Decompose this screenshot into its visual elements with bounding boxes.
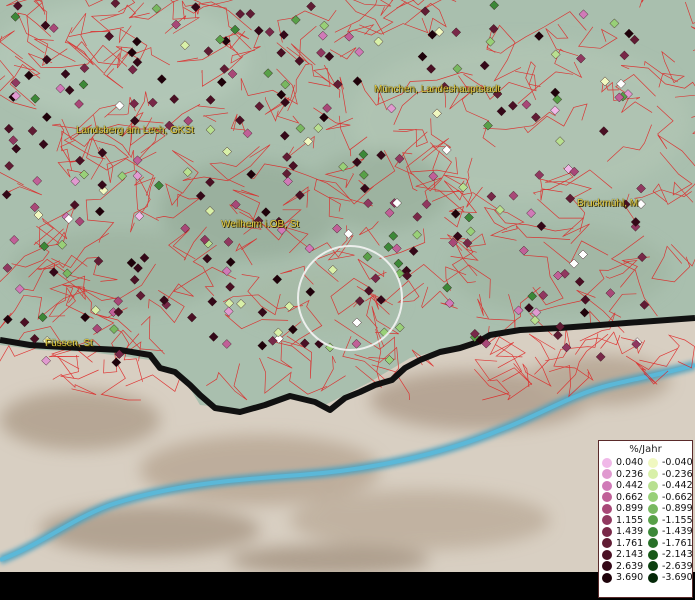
legend-swatch	[648, 457, 658, 468]
city-label-landsberg[interactable]: Landsberg am Lech, GKSt	[76, 125, 194, 136]
legend-value: 0.662	[616, 491, 644, 503]
legend-swatch	[602, 457, 612, 468]
legend-value: -1.439	[662, 526, 693, 538]
legend-value: -1.155	[662, 514, 693, 526]
map-view[interactable]: München, Landeshauptstadt Landsberg am L…	[0, 0, 695, 600]
legend-value: -0.442	[662, 480, 693, 492]
legend-row: 3.690 -3.690	[599, 572, 693, 584]
city-label-bruckmuehl[interactable]: Bruckmühl, M	[577, 198, 638, 209]
legend-swatch	[648, 503, 658, 514]
legend-swatch	[602, 515, 612, 526]
legend-row: 0.236 -0.236	[599, 468, 693, 481]
legend-value: -3.690	[662, 572, 693, 584]
legend-swatch	[602, 503, 612, 514]
legend-title: %/Jahr	[629, 444, 662, 455]
legend-value: -1.761	[662, 537, 693, 549]
legend-row: 0.040 -0.040	[599, 457, 693, 469]
legend-value: 3.690	[616, 572, 644, 584]
legend-entry-positive: 2.143	[599, 549, 645, 560]
legend-entry-negative: -0.236	[645, 468, 693, 480]
legend-entry-negative: -3.690	[645, 572, 693, 584]
legend-entry-positive: 0.442	[599, 480, 645, 491]
city-label-weilheim[interactable]: Weilheim i.OB, St	[221, 219, 299, 230]
legend-value: -2.639	[662, 560, 693, 572]
legend-entry-negative: -1.155	[645, 514, 693, 526]
legend-value: 0.442	[616, 480, 644, 492]
legend-value: 1.155	[616, 514, 644, 526]
legend-row: 1.155 -1.155	[599, 514, 693, 527]
legend-swatch	[648, 526, 658, 537]
legend-swatch	[648, 549, 658, 560]
legend-swatch	[648, 515, 658, 526]
legend-swatch	[648, 469, 658, 480]
legend-swatch	[602, 572, 612, 583]
legend-swatch	[602, 549, 612, 560]
legend-swatch	[648, 492, 658, 503]
legend-swatch	[648, 538, 658, 549]
city-label-fuessen[interactable]: Füssen, St	[45, 338, 93, 349]
legend-value: 0.236	[616, 468, 644, 480]
legend-swatch	[602, 469, 612, 480]
legend-value: 2.143	[616, 549, 644, 561]
legend-value: -0.899	[662, 503, 693, 515]
legend-entry-negative: -2.639	[645, 560, 693, 572]
legend-swatch	[602, 538, 612, 549]
legend-entry-positive: 2.639	[599, 561, 645, 572]
legend-row: 2.639 -2.639	[599, 560, 693, 573]
legend-value: 2.639	[616, 560, 644, 572]
legend-row: 0.662 -0.662	[599, 491, 693, 504]
legend-value: 1.761	[616, 537, 644, 549]
terrain-map[interactable]	[0, 0, 695, 600]
legend-value: 0.040	[616, 457, 644, 469]
legend-swatch	[648, 572, 658, 583]
legend-value: 0.899	[616, 503, 644, 515]
legend-entry-negative: -0.662	[645, 491, 693, 503]
city-label-muenchen[interactable]: München, Landeshauptstadt	[374, 84, 500, 95]
legend-entry-positive: 0.236	[599, 469, 645, 480]
legend-entry-negative: -2.143	[645, 549, 693, 561]
legend-entry-negative: -1.761	[645, 537, 693, 549]
legend-entry-positive: 3.690	[599, 572, 645, 583]
legend-swatch	[602, 561, 612, 572]
legend-swatch	[648, 561, 658, 572]
legend-entry-negative: -1.439	[645, 526, 693, 538]
legend-row: 1.761 -1.761	[599, 537, 693, 550]
bottom-bar	[0, 572, 695, 600]
legend-value: -2.143	[662, 549, 693, 561]
legend-row: 1.439 -1.439	[599, 526, 693, 538]
legend: %/Jahr 0.040 -0.040 0.236 -0.236 0.442 -0.442…	[598, 440, 693, 598]
legend-entry-positive: 1.155	[599, 515, 645, 526]
legend-entry-positive: 1.439	[599, 526, 645, 537]
legend-value: -0.662	[662, 491, 693, 503]
legend-row: 2.143 -2.143	[599, 549, 693, 561]
legend-swatch	[602, 480, 612, 491]
legend-value: 1.439	[616, 526, 644, 538]
legend-entry-positive: 1.761	[599, 538, 645, 549]
legend-swatch	[602, 492, 612, 503]
legend-value: -0.236	[662, 468, 693, 480]
legend-swatch	[648, 480, 658, 491]
legend-row: 0.442 -0.442	[599, 480, 693, 492]
legend-value: -0.040	[662, 457, 693, 469]
legend-entry-positive: 0.040	[599, 457, 645, 468]
legend-row: 0.899 -0.899	[599, 503, 693, 515]
legend-rows: 0.040 -0.040 0.236 -0.236 0.442 -0.442 0.662 -0…	[599, 457, 693, 584]
legend-entry-negative: -0.899	[645, 503, 693, 515]
legend-entry-positive: 0.662	[599, 492, 645, 503]
legend-entry-positive: 0.899	[599, 503, 645, 514]
legend-entry-negative: -0.442	[645, 480, 693, 492]
legend-entry-negative: -0.040	[645, 457, 693, 469]
legend-swatch	[602, 526, 612, 537]
